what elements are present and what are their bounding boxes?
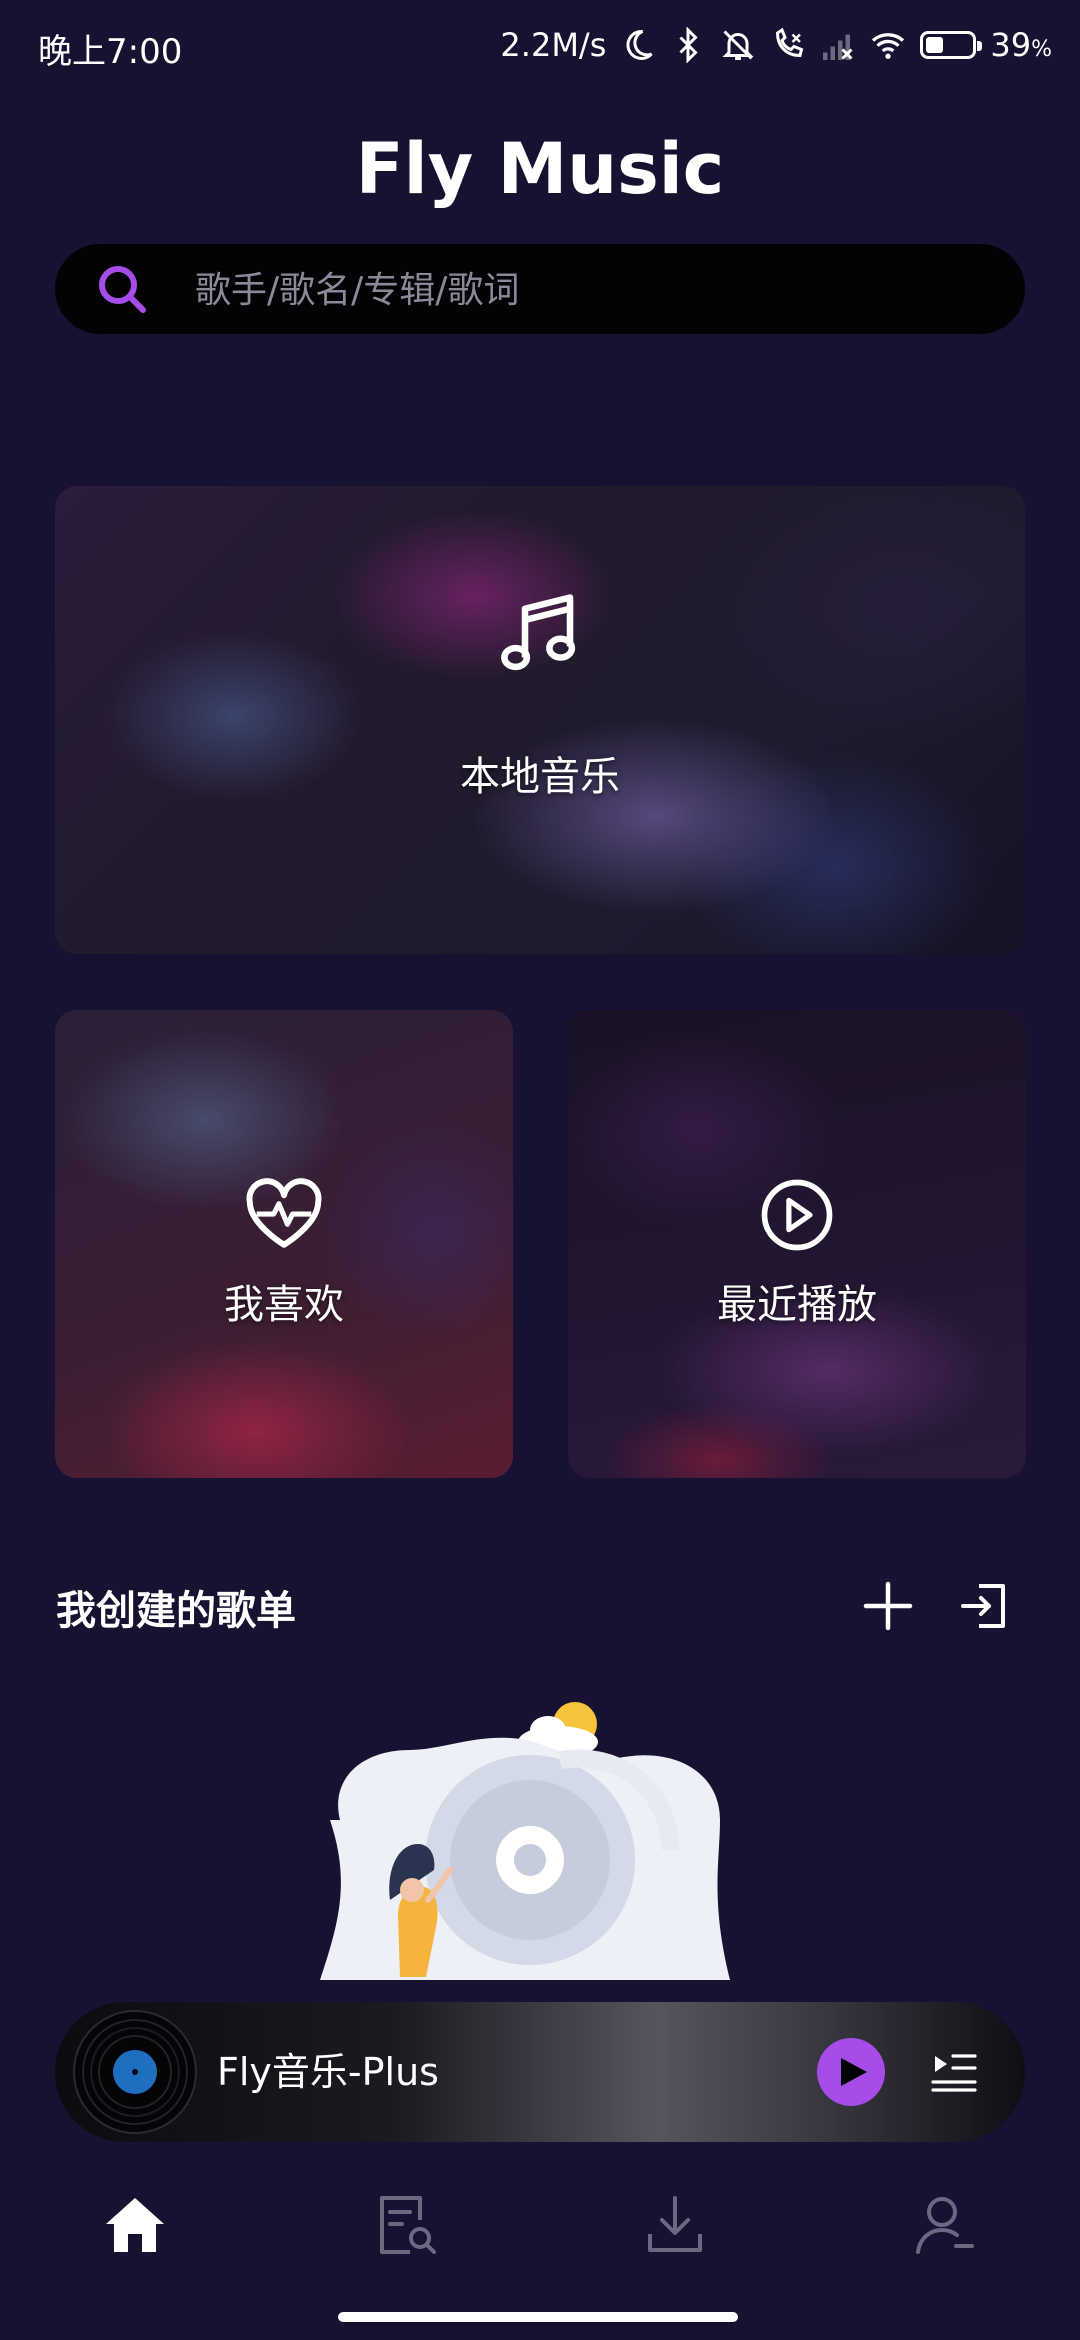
empty-playlist-illustration bbox=[320, 1702, 730, 1980]
music-note-icon bbox=[501, 594, 576, 671]
nav-home-icon[interactable] bbox=[100, 2190, 170, 2260]
my-playlists-title: 我创建的歌单 bbox=[56, 1588, 296, 1634]
recent-label: 最近播放 bbox=[717, 1282, 877, 1328]
recent-card[interactable]: 最近播放 bbox=[568, 1010, 1026, 1478]
heart-pulse-icon bbox=[246, 1178, 322, 1248]
status-icons: 2.2M/s 39% bbox=[500, 22, 1052, 68]
app-title: Fly Music bbox=[355, 128, 725, 210]
search-icon[interactable] bbox=[93, 260, 151, 318]
status-bar: 晚上7:00 2.2M/s 39% bbox=[0, 0, 1080, 92]
mute-icon bbox=[722, 30, 754, 60]
local-music-label: 本地音乐 bbox=[460, 754, 620, 800]
bluetooth-icon bbox=[679, 27, 698, 63]
now-playing-title: Fly音乐-Plus bbox=[217, 2050, 439, 2094]
favorites-card[interactable]: 我喜欢 bbox=[55, 1010, 513, 1478]
nav-download-icon[interactable] bbox=[640, 2190, 710, 2260]
battery-fill bbox=[926, 37, 944, 53]
signal-off-icon bbox=[823, 34, 853, 60]
battery-percent: 39% bbox=[990, 26, 1052, 64]
nav-search-list-icon[interactable] bbox=[370, 2190, 440, 2260]
play-button[interactable] bbox=[817, 2038, 885, 2106]
mini-player[interactable]: Fly音乐-Plus bbox=[55, 2002, 1025, 2142]
nav-profile-icon[interactable] bbox=[910, 2190, 980, 2260]
plus-icon[interactable] bbox=[860, 1578, 916, 1634]
play-icon bbox=[841, 2058, 867, 2086]
moon-icon bbox=[626, 29, 653, 60]
battery-icon bbox=[920, 31, 983, 59]
search-bar[interactable] bbox=[55, 244, 1025, 336]
call-off-icon bbox=[776, 27, 804, 58]
local-music-card[interactable]: 本地音乐 bbox=[55, 486, 1025, 954]
vinyl-disc-icon bbox=[73, 2010, 197, 2134]
import-icon[interactable] bbox=[957, 1578, 1013, 1634]
home-indicator[interactable] bbox=[338, 2312, 738, 2322]
wifi-icon bbox=[872, 33, 905, 59]
play-circle-icon bbox=[761, 1179, 833, 1251]
playlist-queue-icon[interactable] bbox=[925, 2042, 985, 2102]
network-speed: 2.2M/s bbox=[500, 26, 607, 64]
search-input[interactable] bbox=[193, 244, 977, 336]
status-time: 晚上7:00 bbox=[38, 32, 183, 72]
favorites-label: 我喜欢 bbox=[224, 1282, 344, 1328]
